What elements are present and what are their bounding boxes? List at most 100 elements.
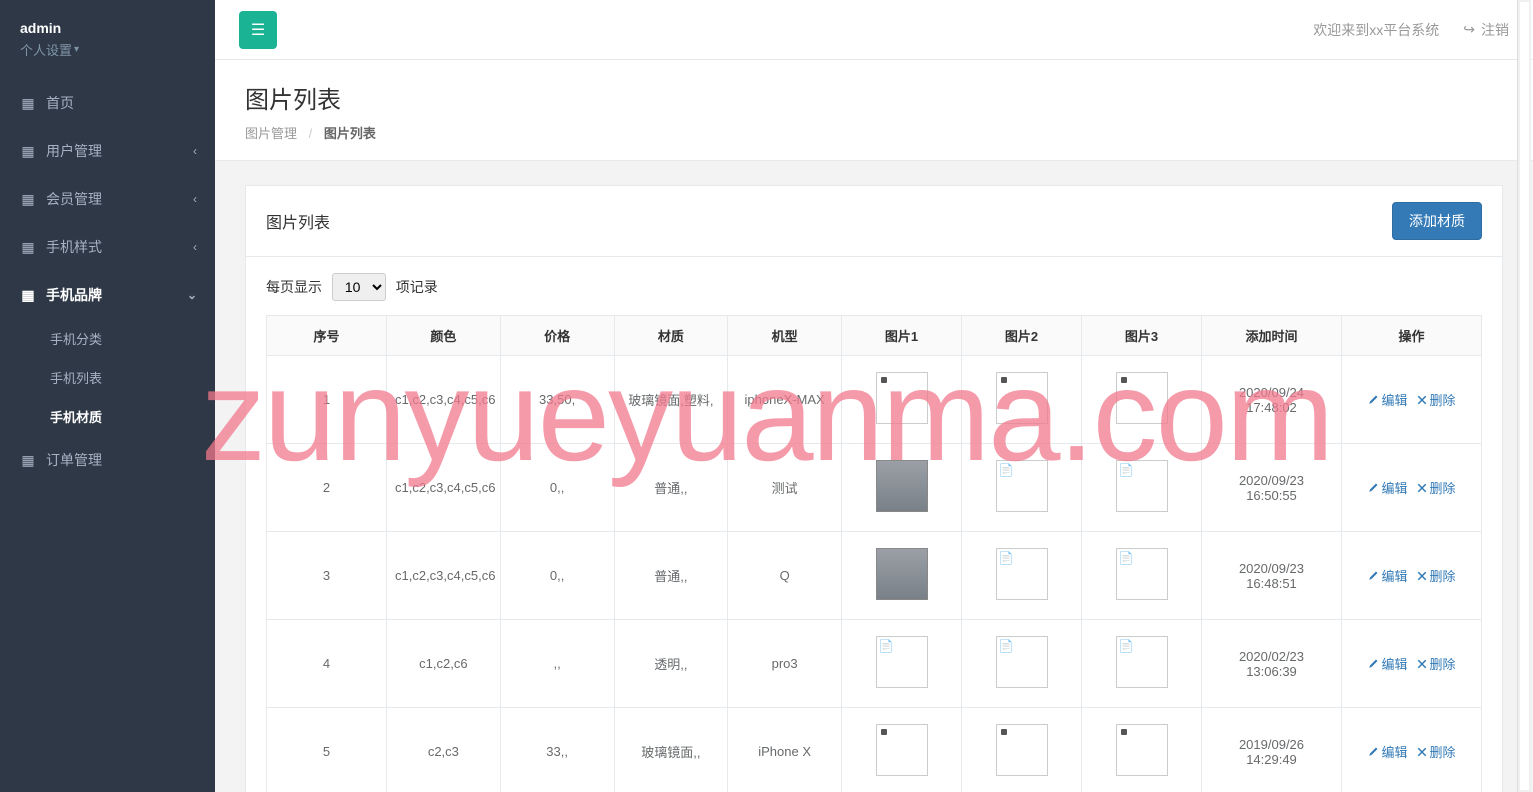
nav-orders[interactable]: ▦ 订单管理 <box>0 436 215 484</box>
cell-time: 2020/02/2313:06:39 <box>1202 620 1342 708</box>
sidebar-user: admin 个人设置▾ <box>0 0 215 69</box>
list-panel: 图片列表 添加材质 每页显示 10 项记录 序号 <box>245 185 1503 792</box>
edit-link[interactable]: 编辑 <box>1367 478 1407 497</box>
col-img2[interactable]: 图片2 <box>962 316 1082 356</box>
table-row: 1c1,c2,c3,c4,c5,c633,50,玻璃镜面,塑料,iphoneX-… <box>267 356 1482 444</box>
delete-link[interactable]: 删除 <box>1416 478 1456 497</box>
page-header: 图片列表 图片管理 / 图片列表 <box>215 60 1533 161</box>
col-ops[interactable]: 操作 <box>1342 316 1482 356</box>
col-img3[interactable]: 图片3 <box>1082 316 1202 356</box>
logout-icon: ↪ <box>1463 21 1475 38</box>
thumbnail[interactable] <box>876 460 928 512</box>
chevron-down-icon: ⌄ <box>187 288 197 302</box>
table-row: 5c2,c333,,玻璃镜面,,iPhone X2019/09/2614:29:… <box>267 708 1482 792</box>
edit-link[interactable]: 编辑 <box>1367 742 1407 761</box>
bars-icon: ☰ <box>251 20 265 40</box>
cell-img1 <box>842 356 962 444</box>
page-length-select[interactable]: 10 <box>332 273 386 301</box>
thumbnail[interactable] <box>876 548 928 600</box>
username: admin <box>20 20 195 36</box>
chevron-left-icon: ‹ <box>193 240 197 254</box>
cell-material: 玻璃镜面,塑料, <box>614 356 728 444</box>
scrollbar[interactable] <box>1517 0 1531 792</box>
thumbnail-broken[interactable] <box>1116 548 1168 600</box>
cell-index: 4 <box>267 620 387 708</box>
thumbnail-broken[interactable] <box>996 460 1048 512</box>
nav-styles[interactable]: ▦ 手机样式 ‹ <box>0 223 215 271</box>
logout-link[interactable]: ↪ 注销 <box>1463 20 1509 40</box>
chevron-left-icon: ‹ <box>193 144 197 158</box>
col-img1[interactable]: 图片1 <box>842 316 962 356</box>
nav-brands-list[interactable]: 手机列表 <box>0 358 215 397</box>
cell-index: 1 <box>267 356 387 444</box>
page-length-control: 每页显示 10 项记录 <box>266 273 1482 301</box>
nav-members[interactable]: ▦ 会员管理 ‹ <box>0 175 215 223</box>
cell-time: 2020/09/2417:48:02 <box>1202 356 1342 444</box>
col-material[interactable]: 材质 <box>614 316 728 356</box>
cell-ops: 编辑删除 <box>1342 532 1482 620</box>
cell-price: 33,50, <box>500 356 614 444</box>
thumbnail[interactable] <box>996 372 1048 424</box>
cell-img2 <box>962 620 1082 708</box>
thumbnail-broken[interactable] <box>1116 460 1168 512</box>
cell-price: 33,, <box>500 708 614 792</box>
thumbnail-broken[interactable] <box>876 636 928 688</box>
cell-img2 <box>962 532 1082 620</box>
delete-link[interactable]: 删除 <box>1416 390 1456 409</box>
delete-link[interactable]: 删除 <box>1416 654 1456 673</box>
cell-ops: 编辑删除 <box>1342 356 1482 444</box>
thumbnail-broken[interactable] <box>996 636 1048 688</box>
table-row: 4c1,c2,c6,,透明,,pro32020/02/2313:06:39编辑删… <box>267 620 1482 708</box>
grid-icon: ▦ <box>20 287 36 304</box>
chevron-left-icon: ‹ <box>193 192 197 206</box>
table-row: 3c1,c2,c3,c4,c5,c60,,普通,,Q2020/09/2316:4… <box>267 532 1482 620</box>
nav-brands[interactable]: ▦ 手机品牌 ⌄ <box>0 271 215 319</box>
cell-index: 2 <box>267 444 387 532</box>
edit-link[interactable]: 编辑 <box>1367 654 1407 673</box>
cell-color: c1,c2,c3,c4,c5,c6 <box>387 356 501 444</box>
cell-img1 <box>842 708 962 792</box>
table-row: 2c1,c2,c3,c4,c5,c60,,普通,,测试2020/09/2316:… <box>267 444 1482 532</box>
cell-model: Q <box>728 532 842 620</box>
thumbnail[interactable] <box>876 372 928 424</box>
cell-model: 测试 <box>728 444 842 532</box>
breadcrumb-parent[interactable]: 图片管理 <box>245 126 297 141</box>
thumbnail[interactable] <box>1116 372 1168 424</box>
grid-icon: ▦ <box>20 239 36 256</box>
delete-link[interactable]: 删除 <box>1416 742 1456 761</box>
sidebar: admin 个人设置▾ ▦ 首页 ▦ 用户管理 ‹ ▦ 会员管理 ‹ ▦ 手机 <box>0 0 215 792</box>
cell-model: iPhone X <box>728 708 842 792</box>
col-price[interactable]: 价格 <box>500 316 614 356</box>
add-material-button[interactable]: 添加材质 <box>1392 202 1482 240</box>
col-index[interactable]: 序号 <box>267 316 387 356</box>
cell-img3 <box>1082 356 1202 444</box>
nav-home[interactable]: ▦ 首页 <box>0 79 215 127</box>
cell-ops: 编辑删除 <box>1342 708 1482 792</box>
thumbnail[interactable] <box>1116 724 1168 776</box>
caret-down-icon: ▾ <box>74 44 79 55</box>
thumbnail[interactable] <box>876 724 928 776</box>
user-settings-dropdown[interactable]: 个人设置▾ <box>20 40 79 59</box>
col-model[interactable]: 机型 <box>728 316 842 356</box>
edit-link[interactable]: 编辑 <box>1367 390 1407 409</box>
thumbnail-broken[interactable] <box>996 548 1048 600</box>
thumbnail-broken[interactable] <box>1116 636 1168 688</box>
delete-link[interactable]: 删除 <box>1416 566 1456 585</box>
sidebar-toggle-button[interactable]: ☰ <box>239 11 277 49</box>
cell-price: ,, <box>500 620 614 708</box>
data-table: 序号 颜色 价格 材质 机型 图片1 图片2 图片3 添加时间 操作 <box>266 315 1482 792</box>
cell-index: 3 <box>267 532 387 620</box>
cell-img2 <box>962 708 1082 792</box>
cell-material: 透明,, <box>614 620 728 708</box>
edit-link[interactable]: 编辑 <box>1367 566 1407 585</box>
breadcrumb: 图片管理 / 图片列表 <box>245 123 1503 142</box>
cell-img3 <box>1082 620 1202 708</box>
col-color[interactable]: 颜色 <box>387 316 501 356</box>
nav-users[interactable]: ▦ 用户管理 ‹ <box>0 127 215 175</box>
cell-img1 <box>842 444 962 532</box>
main: ☰ 欢迎来到xx平台系统 ↪ 注销 图片列表 图片管理 / 图片列表 图片列表 … <box>215 0 1533 792</box>
nav-brands-material[interactable]: 手机材质 <box>0 397 215 436</box>
col-time[interactable]: 添加时间 <box>1202 316 1342 356</box>
nav-brands-category[interactable]: 手机分类 <box>0 319 215 358</box>
thumbnail[interactable] <box>996 724 1048 776</box>
